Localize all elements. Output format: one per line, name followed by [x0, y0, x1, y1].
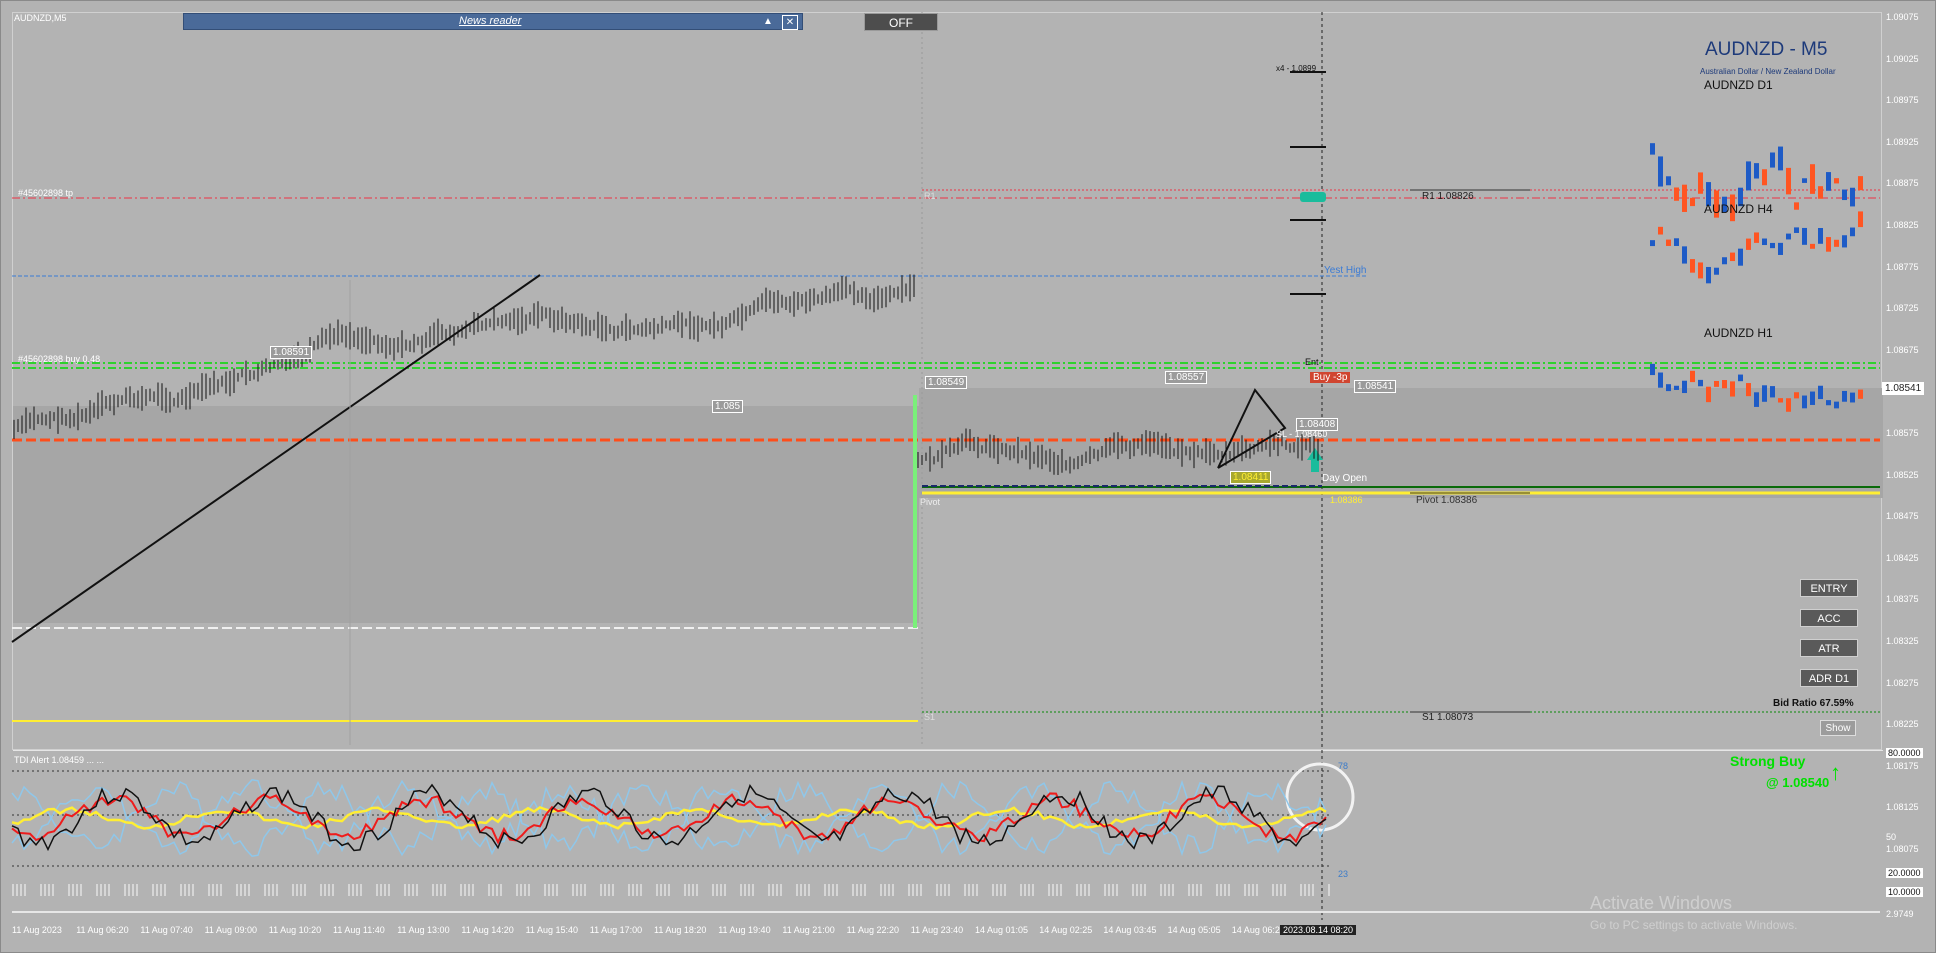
- up-arrow-icon: ↑: [1830, 760, 1841, 785]
- time-axis-label: 11 Aug 2023: [12, 925, 62, 935]
- tp-label: #45602898 tp: [18, 188, 74, 198]
- price-axis-label: 1.08925: [1886, 136, 1919, 147]
- current-time-label: 2023.08.14 08:20: [1280, 925, 1357, 935]
- acc-button[interactable]: ACC: [1800, 609, 1858, 627]
- entry-button[interactable]: ENTRY: [1800, 579, 1858, 597]
- activation-watermark-sub: Go to PC settings to activate Windows.: [1590, 918, 1798, 932]
- price-axis-label: 1.08275: [1886, 677, 1919, 688]
- news-reader-bar[interactable]: News reader ▲ ✕: [183, 13, 803, 30]
- off-button[interactable]: OFF: [864, 13, 938, 31]
- box-lo-tag: 1.08411: [1230, 471, 1272, 484]
- time-axis-label: 14 Aug 02:25: [1039, 925, 1093, 935]
- ind-axis-low2: 10.0000: [1886, 887, 1923, 897]
- price-axis-label: 1.08825: [1886, 220, 1919, 230]
- tf-h4-label: AUDNZD H4: [1704, 202, 1773, 216]
- buy-order-label: #45602898 buy 0.48: [18, 354, 101, 364]
- ind-axis-mid: 50: [1886, 832, 1897, 842]
- price-axis-label: 1.08125: [1886, 802, 1919, 813]
- time-axis-label: 14 Aug 06:2: [1231, 925, 1280, 935]
- atr-button[interactable]: ATR: [1800, 639, 1858, 657]
- price-axis-label: 1.08425: [1886, 552, 1919, 563]
- close-icon[interactable]: ✕: [782, 15, 798, 30]
- price-axis-label: 1.08325: [1886, 636, 1919, 646]
- price-axis-label: 1.08675: [1886, 344, 1919, 355]
- ind-level-upper: 78: [1338, 761, 1349, 771]
- news-reader-title[interactable]: News reader: [459, 15, 521, 27]
- s1-short-label: S1: [924, 712, 936, 722]
- day-open-value: 1.08386: [1330, 495, 1363, 505]
- time-axis-label: 11 Aug 23:40: [910, 925, 964, 935]
- symbol-label: AUDNZD,M5: [14, 13, 67, 23]
- price-axis-label: 1.09075: [1886, 12, 1919, 22]
- price-axis-label: 1.08725: [1886, 303, 1919, 314]
- symbol-subtitle: Australian Dollar / New Zealand Dollar: [1700, 67, 1836, 76]
- buy-signal-label: Buy -3p: [1310, 372, 1351, 383]
- symbol-title: AUDNZD - M5: [1705, 39, 1828, 60]
- time-axis-label: 11 Aug 21:00: [782, 925, 835, 935]
- price-axis-label: 1.08375: [1886, 594, 1919, 605]
- ind-axis-low1: 20.0000: [1886, 868, 1923, 878]
- triangle-up-icon[interactable]: ▲: [761, 15, 775, 28]
- strong-buy-label: Strong Buy: [1730, 753, 1806, 769]
- tf-d1-label: AUDNZD D1: [1704, 78, 1773, 92]
- time-axis-label: 14 Aug 03:45: [1103, 925, 1157, 935]
- price-axis-label: 1.08075: [1886, 844, 1919, 854]
- box-hi-tag: 1.08541: [1354, 380, 1397, 393]
- range-box-right: [919, 388, 1883, 498]
- time-axis-label: 11 Aug 10:20: [268, 925, 322, 935]
- time-axis-label: 11 Aug 14:20: [461, 925, 514, 935]
- time-axis-label: 11 Aug 17:00: [589, 925, 643, 935]
- price-tag-4: 1.085: [712, 400, 744, 413]
- range-box-left: [13, 406, 919, 623]
- pivot-label: Pivot 1.08386: [1416, 495, 1478, 506]
- time-axis-label: 11 Aug 13:00: [397, 925, 450, 935]
- price-axis-label: 1.08175: [1886, 760, 1919, 771]
- price-axis-label: 1.08525: [1886, 469, 1919, 480]
- pivot-left-label: Pivot: [920, 497, 941, 507]
- time-axis-label: 11 Aug 22:20: [846, 925, 899, 935]
- time-axis-label: 11 Aug 15:40: [525, 925, 578, 935]
- show-button[interactable]: Show: [1820, 720, 1856, 736]
- price-axis-label: 1.08475: [1886, 511, 1919, 522]
- day-open-label: Day Open: [1322, 473, 1368, 484]
- box-mid-tag: 1.08408: [1296, 418, 1339, 431]
- time-axis-label: 11 Aug 09:00: [204, 925, 257, 935]
- price-axis-label: 1.08975: [1886, 95, 1919, 106]
- time-axis-label: 14 Aug 05:05: [1167, 925, 1221, 935]
- current-price-tag: 1.08541: [1882, 382, 1925, 395]
- yest-high-label: Yest High: [1324, 265, 1367, 276]
- time-axis-label: 11 Aug 18:20: [654, 925, 707, 935]
- price-axis-label: 1.09025: [1886, 53, 1919, 64]
- r1-label: R1 1.08826: [1422, 191, 1474, 202]
- price-tag-3: 1.08557: [1165, 371, 1208, 384]
- price-axis-label: 1.08225: [1886, 719, 1919, 730]
- time-axis-label: 11 Aug 06:20: [76, 925, 129, 935]
- r1-short-label: R1: [924, 191, 936, 201]
- time-axis-label: 14 Aug 01:05: [975, 925, 1029, 935]
- tf-h1-label: AUDNZD H1: [1704, 326, 1773, 340]
- ind-level-lower: 23: [1338, 869, 1349, 879]
- entry-label: Ent: [1305, 357, 1319, 367]
- time-axis-label: 11 Aug 11:40: [333, 925, 385, 935]
- signal-price: @ 1.08540: [1766, 775, 1830, 790]
- price-axis-label: 1.08875: [1886, 178, 1919, 189]
- time-axis-label: 11 Aug 07:40: [140, 925, 193, 935]
- price-axis-label: 1.08775: [1886, 261, 1919, 272]
- s1-label: S1 1.08073: [1422, 712, 1474, 723]
- price-axis-label: 1.08575: [1886, 428, 1919, 438]
- price-tag-1: 1.08591: [270, 346, 313, 359]
- ind-axis-bottom: 2.9749: [1886, 909, 1914, 919]
- bid-ratio: Bid Ratio 67.59%: [1773, 698, 1854, 709]
- adr-d1-button[interactable]: ADR D1: [1800, 669, 1858, 687]
- price-tag-2: 1.08549: [925, 376, 968, 389]
- time-axis-label: 11 Aug 19:40: [718, 925, 771, 935]
- activation-watermark: Activate Windows: [1590, 893, 1733, 913]
- indicator-title: TDI Alert 1.08459 ... ...: [14, 755, 105, 765]
- ind-axis-top: 80.0000: [1886, 748, 1923, 758]
- x4-label: x4 - 1.0899: [1276, 64, 1317, 73]
